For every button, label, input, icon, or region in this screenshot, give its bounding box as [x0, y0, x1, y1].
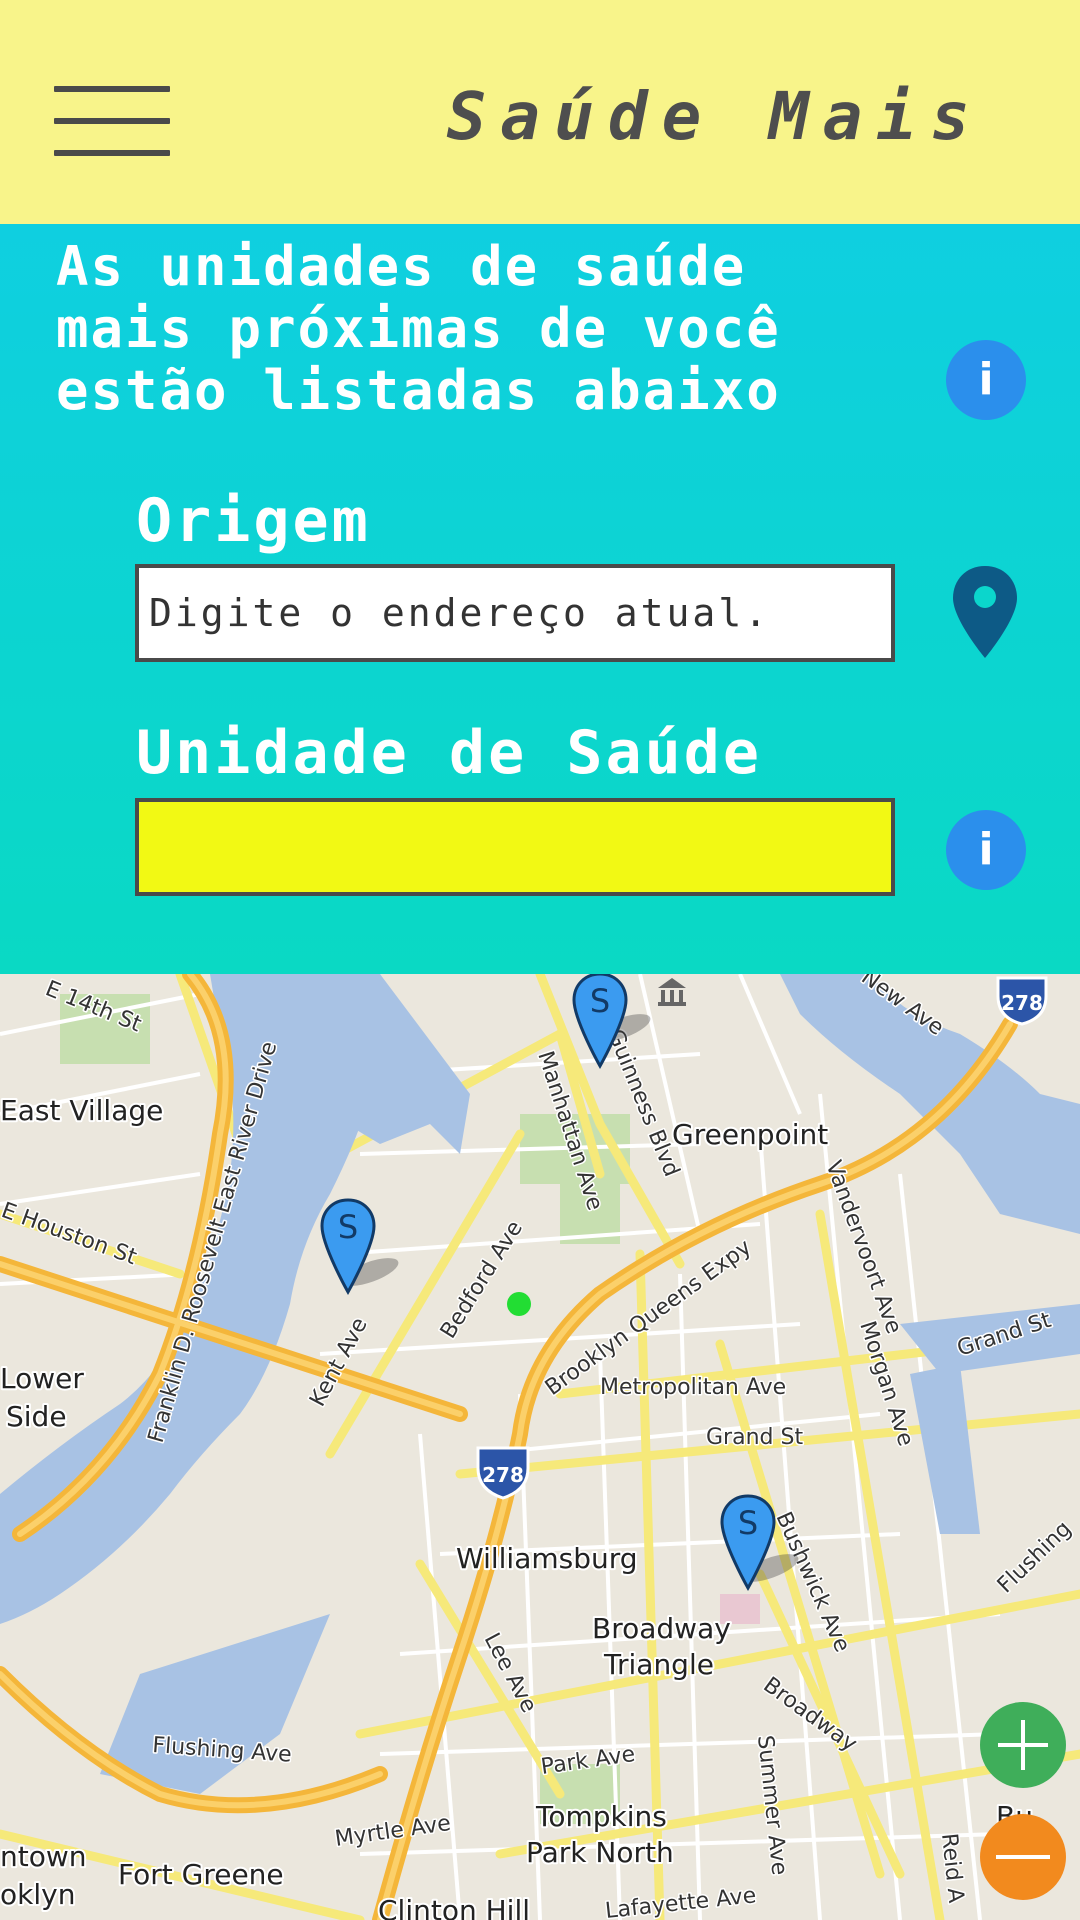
info-icon[interactable]: i — [946, 810, 1026, 890]
unit-label: Unidade de Saúde — [136, 718, 762, 788]
map-label-street: Reid A — [936, 1832, 968, 1904]
app-header: Saúde Mais — [0, 0, 1080, 224]
map-label-neighborhood: Greenpoint — [672, 1118, 828, 1151]
shield-label: 278 — [482, 1463, 524, 1487]
museum-icon — [658, 978, 686, 1006]
map-pin-icon[interactable] — [950, 564, 1020, 660]
map-label-street: Grand St — [706, 1425, 803, 1450]
water-area — [910, 1364, 980, 1534]
health-unit-marker[interactable]: S — [320, 1198, 402, 1296]
map-label-neighborhood: Williamsburg — [456, 1542, 638, 1575]
marker-label: S — [738, 1504, 758, 1542]
origin-input[interactable] — [135, 564, 895, 662]
map-label-neighborhood: oklyn — [0, 1878, 75, 1911]
map-label-neighborhood: Tompkins — [535, 1800, 667, 1833]
map-label-neighborhood: ntown — [0, 1840, 87, 1873]
shield-label: 278 — [1001, 991, 1043, 1015]
origin-label: Origem — [136, 486, 371, 556]
current-location-dot — [507, 1292, 531, 1316]
map-label-neighborhood: Fort Greene — [118, 1858, 284, 1891]
highway-shield: 278 — [996, 976, 1048, 1026]
map-label-street: Flushing — [993, 1516, 1077, 1598]
marker-label: S — [590, 982, 610, 1020]
minus-icon — [996, 1855, 1050, 1859]
search-panel: As unidades de saúde mais próximas de vo… — [0, 224, 1080, 974]
unit-select[interactable] — [135, 798, 895, 896]
zoom-in-button[interactable] — [980, 1702, 1066, 1788]
info-icon[interactable]: i — [946, 340, 1026, 420]
water-area — [100, 1614, 330, 1794]
map-label-neighborhood: Side — [6, 1400, 67, 1433]
zoom-out-button[interactable] — [980, 1814, 1066, 1900]
intro-text: As unidades de saúde mais próximas de vo… — [56, 235, 781, 422]
map-label-neighborhood: Park North — [526, 1836, 674, 1869]
map-label-street: Metropolitan Ave — [600, 1375, 786, 1400]
map-label-street: Bedford Ave — [436, 1217, 528, 1344]
marker-label: S — [338, 1208, 358, 1246]
map-canvas: 278 278 East Village Greenpoint Williams… — [0, 974, 1080, 1920]
hamburger-menu-icon[interactable] — [54, 86, 170, 156]
map-label-neighborhood: Lower — [0, 1362, 84, 1395]
map-label-neighborhood: Broadway — [592, 1612, 731, 1645]
highway-shield: 278 — [476, 1446, 530, 1500]
map-label-neighborhood: Clinton Hill — [378, 1894, 530, 1920]
app-title: Saúde Mais — [446, 78, 984, 155]
map-label-street: Lafayette Ave — [604, 1883, 757, 1920]
plus-icon — [998, 1720, 1048, 1770]
map-view[interactable]: 278 278 East Village Greenpoint Williams… — [0, 974, 1080, 1920]
map-label-neighborhood: Triangle — [603, 1648, 714, 1681]
map-label-street: E Houston St — [0, 1198, 140, 1270]
map-label-neighborhood: East Village — [0, 1094, 163, 1127]
